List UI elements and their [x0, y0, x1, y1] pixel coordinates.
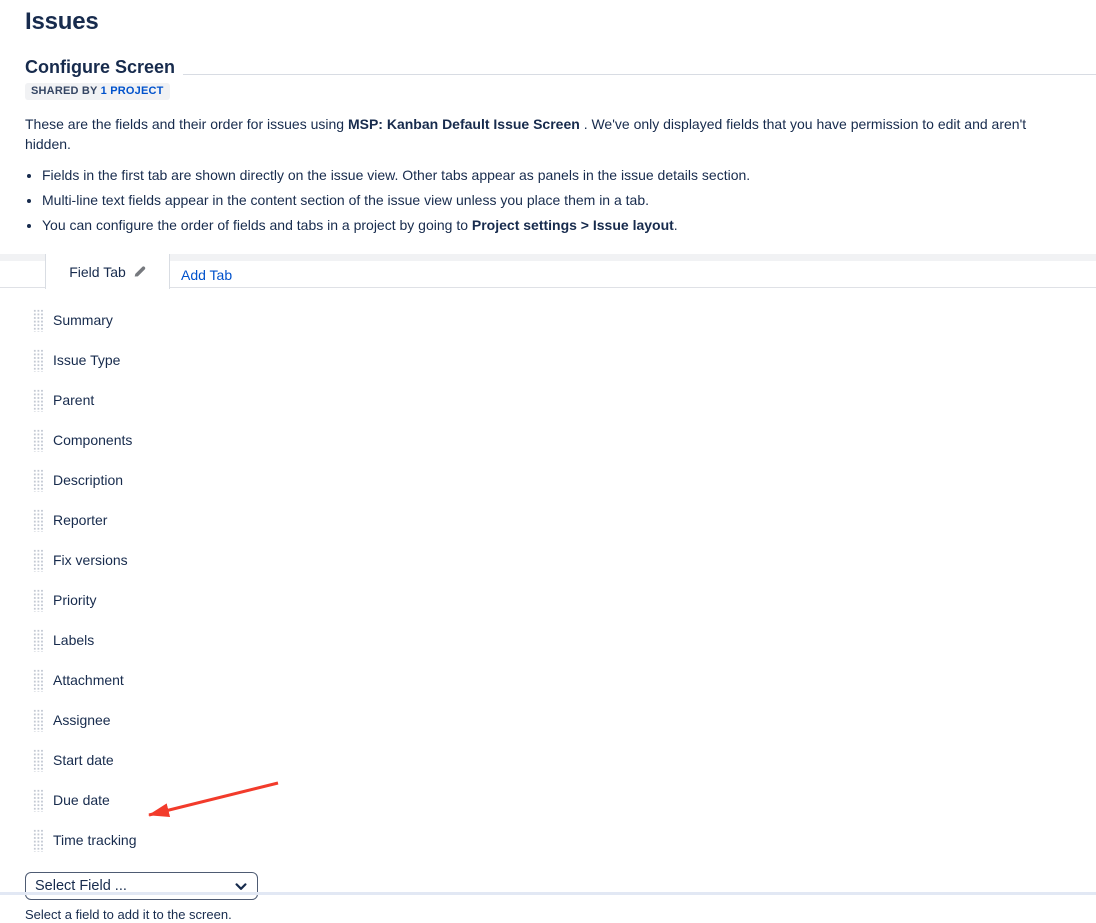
field-label: Priority — [53, 590, 97, 610]
field-row[interactable]: Assignee — [33, 700, 1096, 740]
tab-strip: Field Tab Add Tab — [0, 254, 1096, 288]
note-text-after: . — [674, 217, 678, 233]
field-row[interactable]: Priority — [33, 580, 1096, 620]
field-label: Components — [53, 430, 132, 450]
drag-handle-icon[interactable] — [33, 509, 44, 532]
drag-handle-icon[interactable] — [33, 429, 44, 452]
field-label: Summary — [53, 310, 113, 330]
drag-handle-icon[interactable] — [33, 389, 44, 412]
drag-handle-icon[interactable] — [33, 469, 44, 492]
field-row[interactable]: Components — [33, 420, 1096, 460]
note-bold-text: Project settings > Issue layout — [472, 217, 674, 233]
field-row[interactable]: Summary — [33, 300, 1096, 340]
field-label: Reporter — [53, 510, 107, 530]
shared-by-label: SHARED BY — [31, 85, 97, 97]
configure-screen-page: Issues Configure Screen SHARED BY 1 PROJ… — [0, 8, 1096, 895]
field-label: Description — [53, 470, 123, 490]
drag-handle-icon[interactable] — [33, 629, 44, 652]
field-row[interactable]: Fix versions — [33, 540, 1096, 580]
select-field-dropdown[interactable]: Select Field ... — [25, 872, 258, 900]
shared-project-count-link[interactable]: 1 PROJECT — [101, 85, 164, 97]
select-field-helper-text: Select a field to add it to the screen. — [25, 907, 1096, 923]
field-label: Time tracking — [53, 830, 137, 850]
drag-handle-icon[interactable] — [33, 829, 44, 852]
add-tab-link[interactable]: Add Tab — [181, 261, 232, 288]
intro-text: These are the fields and their order for… — [25, 114, 1071, 154]
field-row[interactable]: Attachment — [33, 660, 1096, 700]
field-label: Start date — [53, 750, 114, 770]
field-row[interactable]: Parent — [33, 380, 1096, 420]
field-list: Summary Issue Type Parent Components Des… — [0, 288, 1096, 860]
edit-tab-pencil-icon[interactable] — [133, 265, 146, 278]
bottom-edge — [0, 892, 1096, 895]
field-label: Labels — [53, 630, 94, 650]
drag-handle-icon[interactable] — [33, 589, 44, 612]
field-row[interactable]: Time tracking — [33, 820, 1096, 860]
intro-text-before: These are the fields and their order for… — [25, 116, 344, 132]
screen-name: MSP: Kanban Default Issue Screen — [348, 116, 580, 132]
drag-handle-icon[interactable] — [33, 549, 44, 572]
page-title: Issues — [25, 8, 1096, 36]
field-row[interactable]: Issue Type — [33, 340, 1096, 380]
drag-handle-icon[interactable] — [33, 349, 44, 372]
field-row[interactable]: Due date — [33, 780, 1096, 820]
field-label: Parent — [53, 390, 94, 410]
field-label: Assignee — [53, 710, 111, 730]
note-item: Fields in the first tab are shown direct… — [42, 165, 1096, 185]
note-text: Multi-line text fields appear in the con… — [42, 192, 649, 208]
field-label: Fix versions — [53, 550, 128, 570]
section-header: Configure Screen — [25, 58, 1096, 77]
section-divider — [183, 74, 1096, 75]
drag-handle-icon[interactable] — [33, 309, 44, 332]
note-text: Fields in the first tab are shown direct… — [42, 167, 750, 183]
drag-handle-icon[interactable] — [33, 789, 44, 812]
note-item: You can configure the order of fields an… — [42, 215, 1096, 235]
section-title: Configure Screen — [25, 58, 175, 77]
field-label: Issue Type — [53, 350, 120, 370]
field-row[interactable]: Reporter — [33, 500, 1096, 540]
field-row[interactable]: Labels — [33, 620, 1096, 660]
field-label: Due date — [53, 790, 110, 810]
field-label: Attachment — [53, 670, 124, 690]
drag-handle-icon[interactable] — [33, 709, 44, 732]
shared-by-badge: SHARED BY 1 PROJECT — [25, 83, 170, 100]
field-row[interactable]: Start date — [33, 740, 1096, 780]
drag-handle-icon[interactable] — [33, 669, 44, 692]
field-row[interactable]: Description — [33, 460, 1096, 500]
drag-handle-icon[interactable] — [33, 749, 44, 772]
notes-list: Fields in the first tab are shown direct… — [25, 165, 1096, 235]
tab-field-tab[interactable]: Field Tab — [45, 254, 170, 289]
tab-field-tab-label: Field Tab — [69, 264, 126, 280]
note-item: Multi-line text fields appear in the con… — [42, 190, 1096, 210]
note-text: You can configure the order of fields an… — [42, 217, 468, 233]
